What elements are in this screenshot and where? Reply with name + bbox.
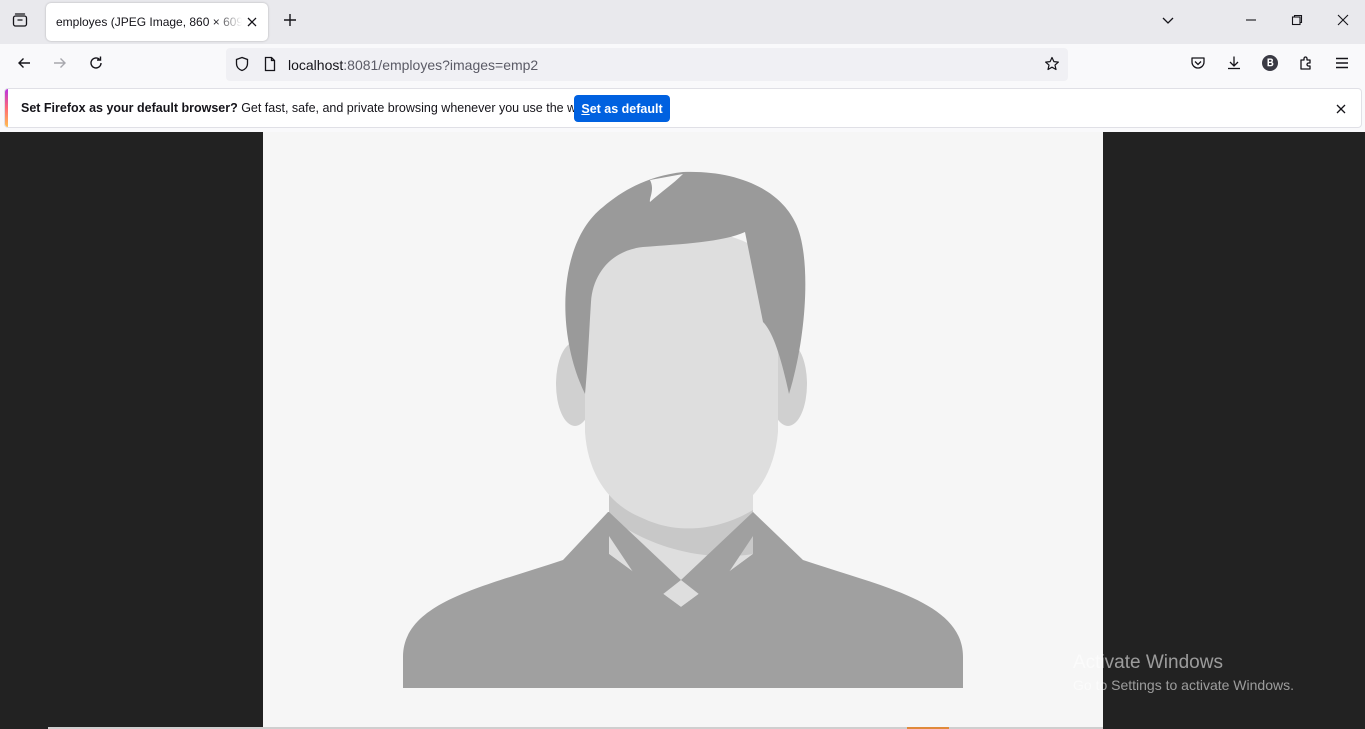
notification-accent [5,89,8,127]
notification-message: Set Firefox as your default browser? Get… [21,101,593,115]
notification-text: Get fast, safe, and private browsing whe… [237,101,594,115]
avatar-placeholder-graphic [403,171,963,688]
minimize-icon [1245,13,1257,31]
tab-title: employes (JPEG Image, 860 × 609 pixels) [56,15,242,29]
url-host: localhost [288,57,344,73]
forward-button[interactable] [44,49,76,81]
extensions-button[interactable] [1290,49,1322,81]
extension-b-button[interactable] [1254,49,1286,81]
extension-b-icon [1261,54,1279,77]
set-as-default-label: et as default [589,101,663,116]
back-button[interactable] [8,49,40,81]
puzzle-icon [1298,55,1314,76]
arrow-right-icon [52,55,68,76]
downloads-button[interactable] [1218,49,1250,81]
reload-button[interactable] [80,49,112,81]
pocket-button[interactable] [1182,49,1214,81]
url-text[interactable]: localhost:8081/employes?images=emp2 [288,57,538,73]
arrow-left-icon [16,55,32,76]
pocket-icon [1190,55,1206,76]
watermark-title: Activate Windows [1073,652,1223,673]
close-icon [1337,13,1349,31]
image-viewer [0,132,1365,729]
bookmark-star-icon[interactable] [1042,54,1062,74]
firefox-view-button[interactable] [4,6,36,38]
tab-strip: employes (JPEG Image, 860 × 609 pixels) [0,0,1365,44]
tab-close-icon[interactable] [242,12,262,32]
new-tab-button[interactable] [276,8,304,36]
app-menu-button[interactable] [1326,49,1358,81]
page-icon[interactable] [260,54,280,74]
download-icon [1226,55,1242,76]
tab-active[interactable]: employes (JPEG Image, 860 × 609 pixels) [46,3,268,41]
close-window-button[interactable] [1327,6,1359,38]
set-as-default-accesskey: S [581,101,590,116]
plus-icon [283,13,297,32]
url-bar[interactable]: localhost:8081/employes?images=emp2 [226,48,1068,81]
set-as-default-button[interactable]: Set as default [574,95,670,122]
shield-icon[interactable] [232,54,252,74]
watermark-subtitle: Go to Settings to activate Windows. [1073,677,1294,693]
chevron-down-icon [1161,13,1175,32]
restore-icon [1291,13,1303,31]
restore-button[interactable] [1281,6,1313,38]
hamburger-menu-icon [1334,55,1350,76]
activate-windows-watermark: Activate Windows Go to Settings to activ… [1073,652,1294,693]
notification-bar-container: Set Firefox as your default browser? Get… [0,86,1365,132]
avatar-image[interactable] [263,132,1103,729]
firefox-view-icon [12,12,28,33]
notification-close-icon[interactable] [1331,99,1351,119]
url-path: :8081/employes?images=emp2 [343,57,539,73]
minimize-button[interactable] [1235,6,1267,38]
notification-bold-text: Set Firefox as your default browser? [21,101,238,115]
default-browser-notification: Set Firefox as your default browser? Get… [4,88,1362,128]
reload-icon [88,55,104,76]
nav-bar: localhost:8081/employes?images=emp2 [0,44,1365,86]
list-all-tabs-button[interactable] [1152,6,1184,38]
